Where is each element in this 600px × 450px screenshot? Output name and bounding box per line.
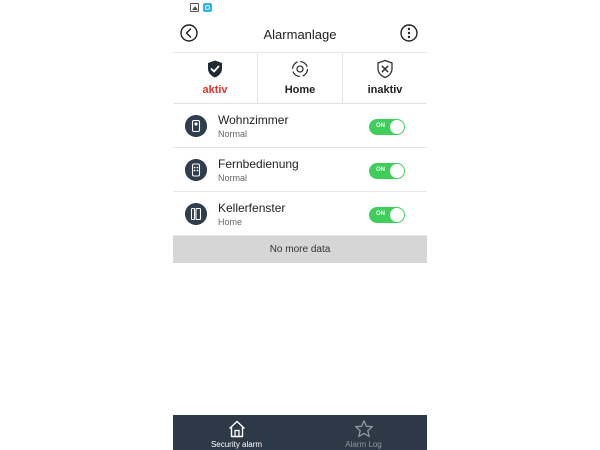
page-title: Alarmanlage: [263, 27, 337, 42]
tab-label: Security alarm: [210, 440, 263, 449]
phone-screen: Alarmanlage aktiv Home inaktiv Wohnzimme…: [173, 0, 427, 450]
device-status: Home: [218, 217, 243, 227]
home-icon: [228, 420, 245, 438]
device-name: Wohnzimmer: [218, 113, 289, 127]
gallery-notification-icon: [190, 3, 199, 12]
list-item[interactable]: Wohnzimmer Normal ON: [173, 104, 427, 148]
toggle-state-text: ON: [376, 211, 385, 217]
home-mode-icon: [291, 60, 309, 78]
list-item[interactable]: Fernbedienung Normal ON: [173, 148, 427, 192]
star-icon: [354, 420, 373, 438]
alarm-mode-selector: aktiv Home inaktiv: [173, 53, 427, 104]
pir-sensor-icon: [185, 115, 207, 137]
mode-inaktiv-button[interactable]: inaktiv: [343, 53, 427, 103]
device-name: Fernbedienung: [218, 157, 299, 171]
device-list: Wohnzimmer Normal ON Fernbedienung Norma…: [173, 104, 427, 236]
remote-control-icon: [185, 159, 207, 181]
toggle-knob: [390, 120, 404, 134]
mode-aktiv-button[interactable]: aktiv: [173, 53, 258, 103]
door-sensor-icon: [185, 203, 207, 225]
device-status: Normal: [218, 129, 248, 139]
tab-alarm-log[interactable]: Alarm Log: [300, 415, 427, 450]
device-toggle[interactable]: ON: [369, 207, 405, 223]
bottom-tab-bar: Security alarm Alarm Log: [173, 415, 427, 450]
toggle-knob: [390, 208, 404, 222]
more-options-icon[interactable]: [400, 24, 418, 42]
list-item[interactable]: Kellerfenster Home ON: [173, 192, 427, 236]
mode-label: Home: [284, 84, 316, 96]
mode-label: aktiv: [202, 84, 228, 96]
status-bar: [173, 0, 427, 16]
app-header: Alarmanlage: [173, 16, 427, 53]
mode-home-button[interactable]: Home: [258, 53, 343, 103]
device-status: Normal: [218, 173, 248, 183]
device-name: Kellerfenster: [218, 201, 286, 215]
toggle-state-text: ON: [376, 123, 385, 129]
device-toggle[interactable]: ON: [369, 163, 405, 179]
tab-label: Alarm Log: [345, 440, 382, 449]
app-notification-icon: [203, 3, 212, 12]
shield-x-icon: [377, 59, 393, 79]
toggle-knob: [390, 164, 404, 178]
no-more-data-banner: No more data: [173, 236, 427, 263]
device-toggle[interactable]: ON: [369, 119, 405, 135]
toggle-state-text: ON: [376, 167, 385, 173]
tab-security-alarm[interactable]: Security alarm: [173, 415, 300, 450]
shield-check-icon: [208, 60, 222, 78]
mode-label: inaktiv: [367, 84, 403, 96]
